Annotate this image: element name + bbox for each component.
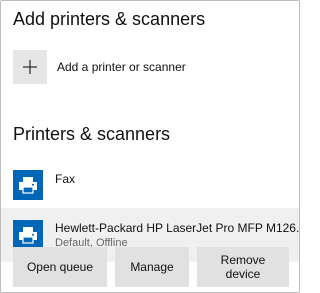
printer-actions: Open queue Manage Remove device bbox=[13, 247, 299, 287]
remove-device-button[interactable]: Remove device bbox=[197, 247, 289, 287]
printer-name: Fax bbox=[55, 172, 76, 186]
printers-heading: Printers & scanners bbox=[13, 124, 171, 144]
printer-name: Hewlett-Packard HP LaserJet Pro MFP M126… bbox=[55, 221, 300, 235]
open-queue-button[interactable]: Open queue bbox=[13, 247, 107, 287]
add-tile[interactable] bbox=[13, 50, 47, 84]
settings-panel: Add printers & scanners Add a printer or… bbox=[0, 0, 300, 293]
printer-icon bbox=[13, 170, 43, 200]
printer-item-fax[interactable]: Fax bbox=[1, 163, 299, 207]
manage-button[interactable]: Manage bbox=[115, 247, 189, 287]
add-printer-label: Add a printer or scanner bbox=[57, 60, 186, 74]
add-printer-button[interactable]: Add a printer or scanner bbox=[13, 47, 293, 87]
add-printers-heading: Add printers & scanners bbox=[13, 9, 206, 29]
plus-icon bbox=[23, 60, 37, 74]
printer-icon bbox=[13, 220, 43, 250]
